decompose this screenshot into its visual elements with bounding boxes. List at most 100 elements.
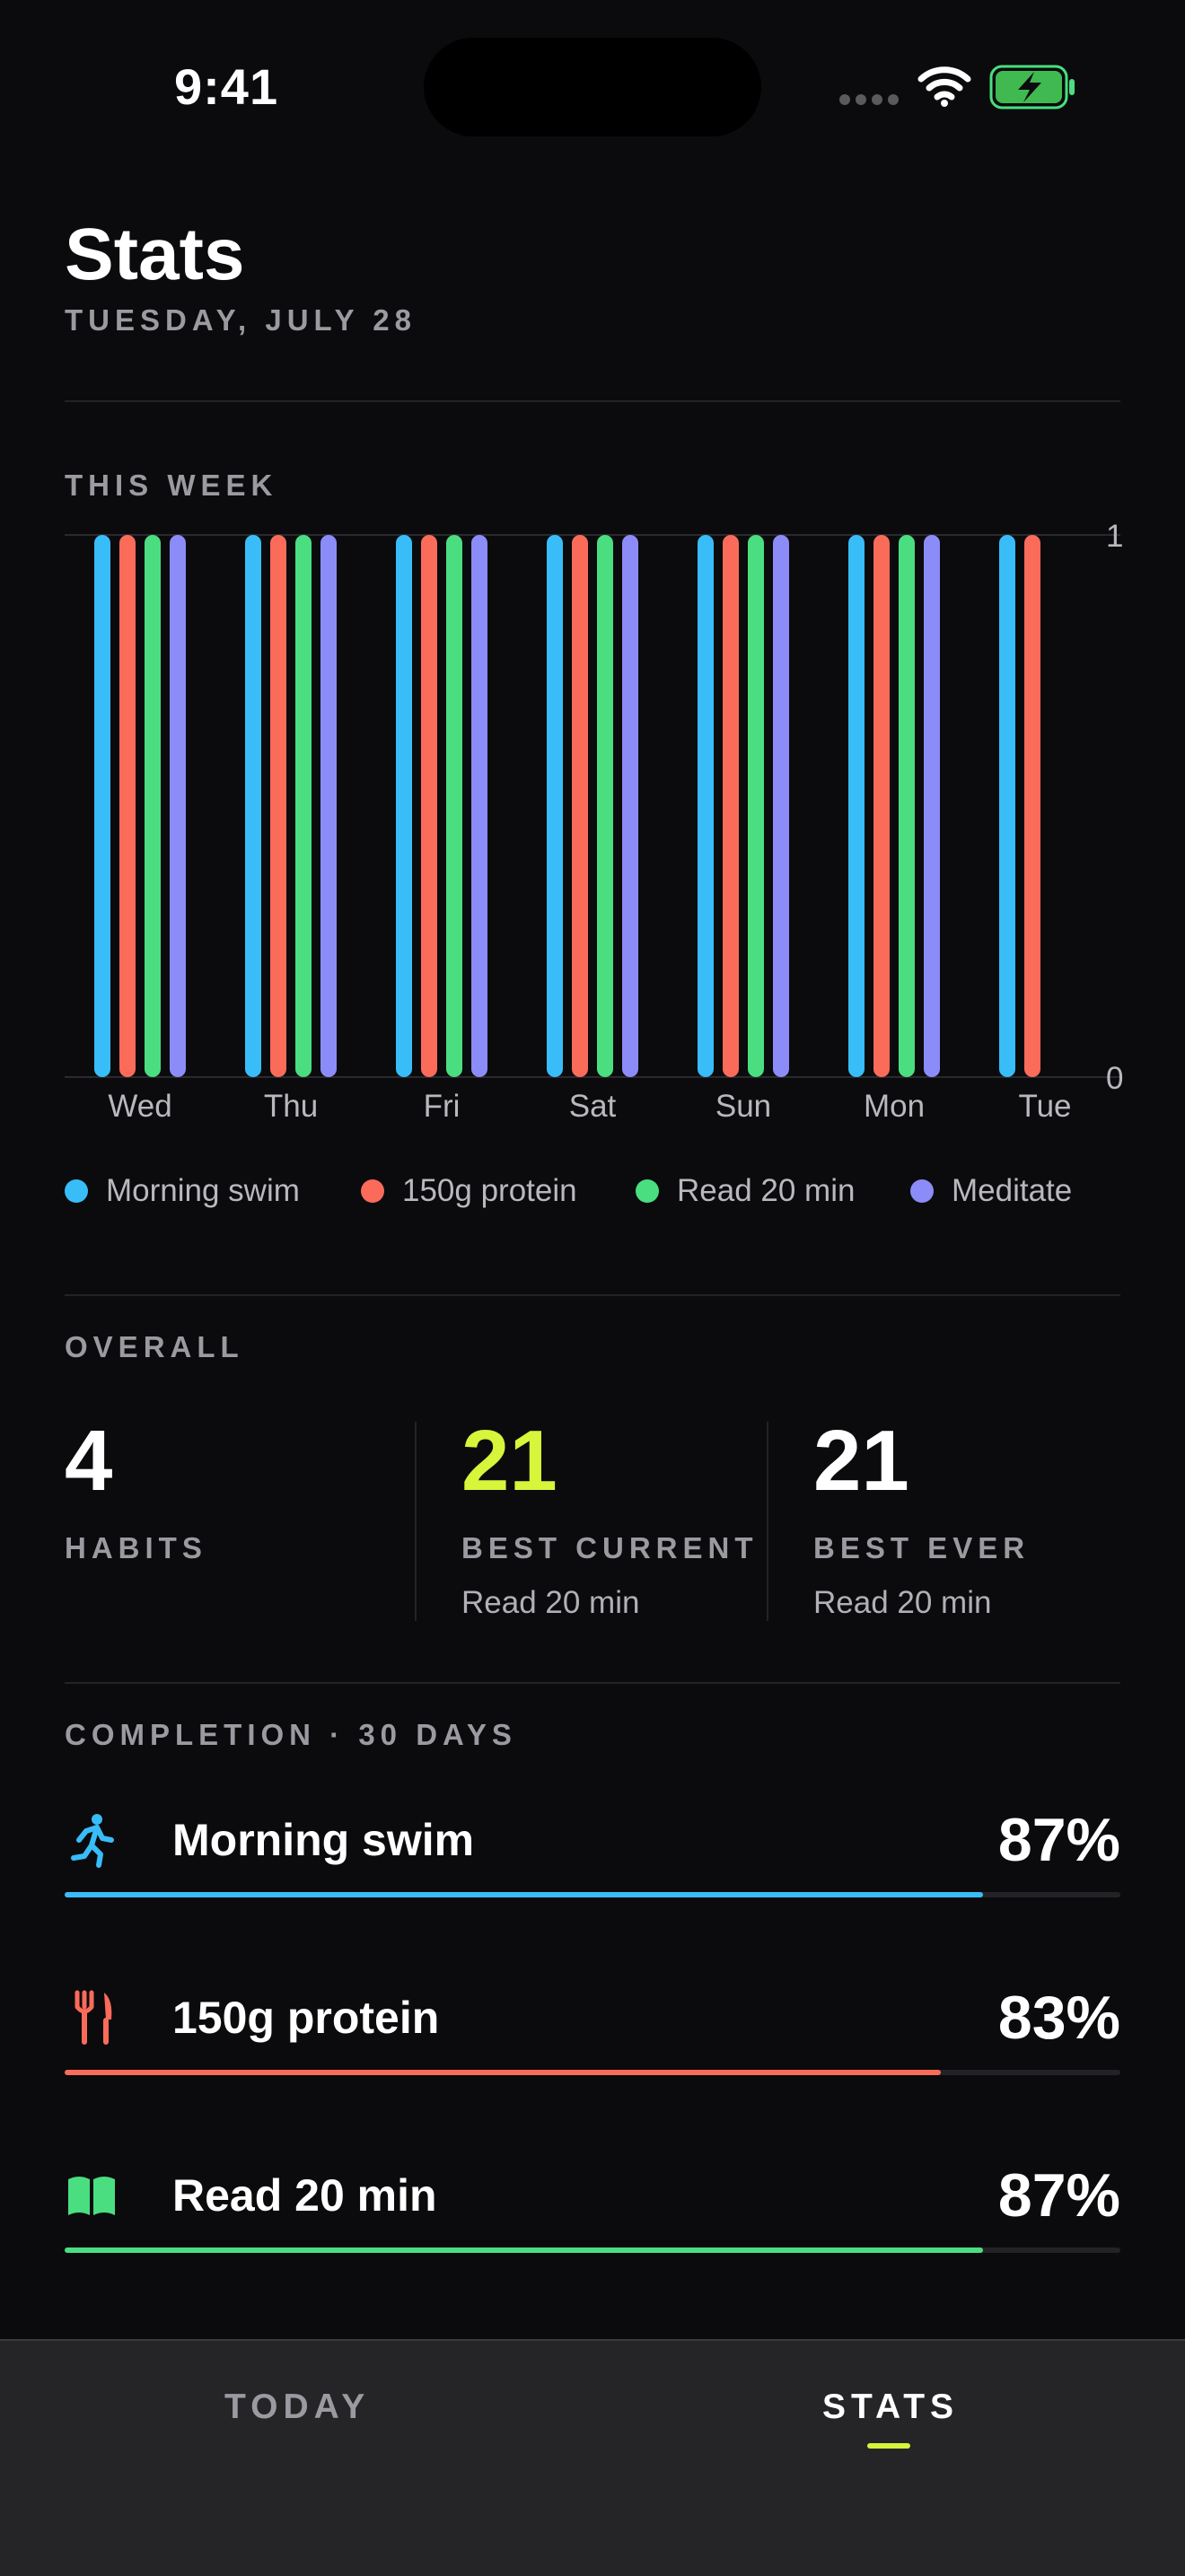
stat-best-ever: 21 BEST EVER Read 20 min <box>813 1416 1154 1621</box>
stat-label: BEST CURRENT <box>461 1531 759 1564</box>
divider <box>65 400 1120 402</box>
legend-label: 150g protein <box>402 1173 577 1208</box>
legend-dot <box>636 1179 659 1203</box>
chart-bar <box>723 535 739 1077</box>
x-tick-label: Sun <box>715 1089 771 1124</box>
completion-row-read[interactable]: Read 20 min 87% <box>65 2142 1120 2253</box>
divider <box>65 1682 1120 1684</box>
chart-bar <box>245 535 261 1077</box>
chart-bar <box>320 535 337 1077</box>
battery-charging-icon <box>989 65 1075 110</box>
x-tick-label: Fri <box>424 1089 461 1124</box>
legend-dot <box>65 1179 88 1203</box>
dynamic-island <box>424 38 761 136</box>
habit-percent: 83% <box>997 1984 1120 2052</box>
habit-name: Read 20 min <box>172 2170 437 2221</box>
chart-bar <box>471 535 487 1077</box>
book-icon <box>68 2177 115 2215</box>
signal-icon <box>839 94 899 105</box>
legend-dot <box>361 1179 384 1203</box>
chart-bar <box>396 535 412 1077</box>
legend-label: Read 20 min <box>677 1173 856 1208</box>
legend-label: Morning swim <box>106 1173 300 1208</box>
section-label-overall: OVERALL <box>65 1330 244 1363</box>
legend-item-protein: 150g protein <box>361 1167 577 1215</box>
wifi-icon <box>917 66 971 107</box>
chart-legend: Morning swim 150g protein Read 20 min Me… <box>65 1167 1142 1215</box>
tab-stats[interactable]: STATS <box>822 2388 959 2427</box>
habit-percent: 87% <box>997 2161 1120 2230</box>
status-bar: 9:41 <box>0 0 1185 171</box>
chart-bar <box>597 535 613 1077</box>
chart-bar <box>446 535 462 1077</box>
stat-value: 21 <box>461 1413 557 1509</box>
stat-label: HABITS <box>65 1531 207 1564</box>
legend-item-read: Read 20 min <box>636 1167 855 1215</box>
chart-bar <box>145 535 161 1077</box>
divider <box>65 1294 1120 1296</box>
x-tick-label: Sat <box>569 1089 617 1124</box>
legend-label: Meditate <box>952 1173 1073 1208</box>
weekly-bar-chart: 1 0 Wed Thu Fri Sat Sun Mon Tue <box>65 519 1123 1124</box>
stat-label: BEST EVER <box>813 1531 1031 1564</box>
overall-stats: 4 HABITS 21 BEST CURRENT Read 20 min 21 … <box>65 1416 1120 1632</box>
page-header: Stats TUESDAY, JULY 28 <box>65 212 1120 337</box>
habit-percent: 87% <box>997 1806 1120 1874</box>
legend-dot <box>910 1179 934 1203</box>
progress-fill <box>65 2070 942 2075</box>
chart-bar <box>94 535 110 1077</box>
x-tick-label: Tue <box>1018 1089 1071 1124</box>
habit-name: 150g protein <box>172 1993 440 2043</box>
chart-bar <box>295 535 312 1077</box>
chart-bar <box>547 535 563 1077</box>
completion-row-morning-swim[interactable]: Morning swim 87% <box>65 1786 1120 1897</box>
chart-bar <box>270 535 286 1077</box>
x-tick-label: Wed <box>108 1089 171 1124</box>
active-tab-indicator <box>867 2443 910 2449</box>
habit-name: Morning swim <box>172 1815 475 1865</box>
status-time: 9:41 <box>174 58 279 115</box>
chart-bar <box>873 535 890 1077</box>
stat-best-current: 21 BEST CURRENT Read 20 min <box>461 1416 803 1621</box>
stat-habits: 4 HABITS <box>65 1416 406 1565</box>
y-tick-label: 1 <box>1106 519 1123 554</box>
chart-bar <box>773 535 789 1077</box>
tab-bar: TODAY STATS <box>0 2339 1185 2576</box>
chart-bar <box>924 535 940 1077</box>
chart-bar <box>698 535 714 1077</box>
chart-bar <box>170 535 186 1077</box>
stat-divider <box>767 1422 768 1621</box>
chart-bar <box>999 535 1015 1077</box>
progress-track <box>65 2247 1120 2253</box>
legend-item-meditate: Meditate <box>910 1167 1072 1215</box>
fork-knife-icon <box>75 1990 112 2045</box>
y-tick-label: 0 <box>1106 1061 1123 1096</box>
tab-today[interactable]: TODAY <box>224 2388 370 2427</box>
x-tick-label: Mon <box>864 1089 925 1124</box>
chart-bar <box>622 535 638 1077</box>
chart-bar <box>1024 535 1040 1077</box>
stat-habit-name: Read 20 min <box>813 1585 992 1620</box>
chart-bar <box>748 535 764 1077</box>
page-date: TUESDAY, JULY 28 <box>65 303 417 337</box>
progress-fill <box>65 2247 984 2253</box>
section-label-this-week: THIS WEEK <box>65 469 278 502</box>
section-label-completion: COMPLETION · 30 DAYS <box>65 1718 517 1751</box>
completion-row-protein[interactable]: 150g protein 83% <box>65 1964 1120 2075</box>
chart-bar <box>848 535 865 1077</box>
stat-habit-name: Read 20 min <box>461 1585 640 1620</box>
running-icon <box>71 1814 114 1868</box>
progress-track <box>65 1892 1120 1897</box>
x-tick-label: Thu <box>264 1089 318 1124</box>
stat-divider <box>415 1422 417 1621</box>
chart-bar <box>899 535 915 1077</box>
chart-bar <box>572 535 588 1077</box>
stat-value: 21 <box>813 1413 909 1509</box>
chart-bar <box>421 535 437 1077</box>
legend-item-morning-swim: Morning swim <box>65 1167 300 1215</box>
stat-value: 4 <box>65 1413 113 1509</box>
progress-fill <box>65 1892 984 1897</box>
page-title: Stats <box>65 214 245 295</box>
progress-track <box>65 2070 1120 2075</box>
chart-bar <box>119 535 136 1077</box>
